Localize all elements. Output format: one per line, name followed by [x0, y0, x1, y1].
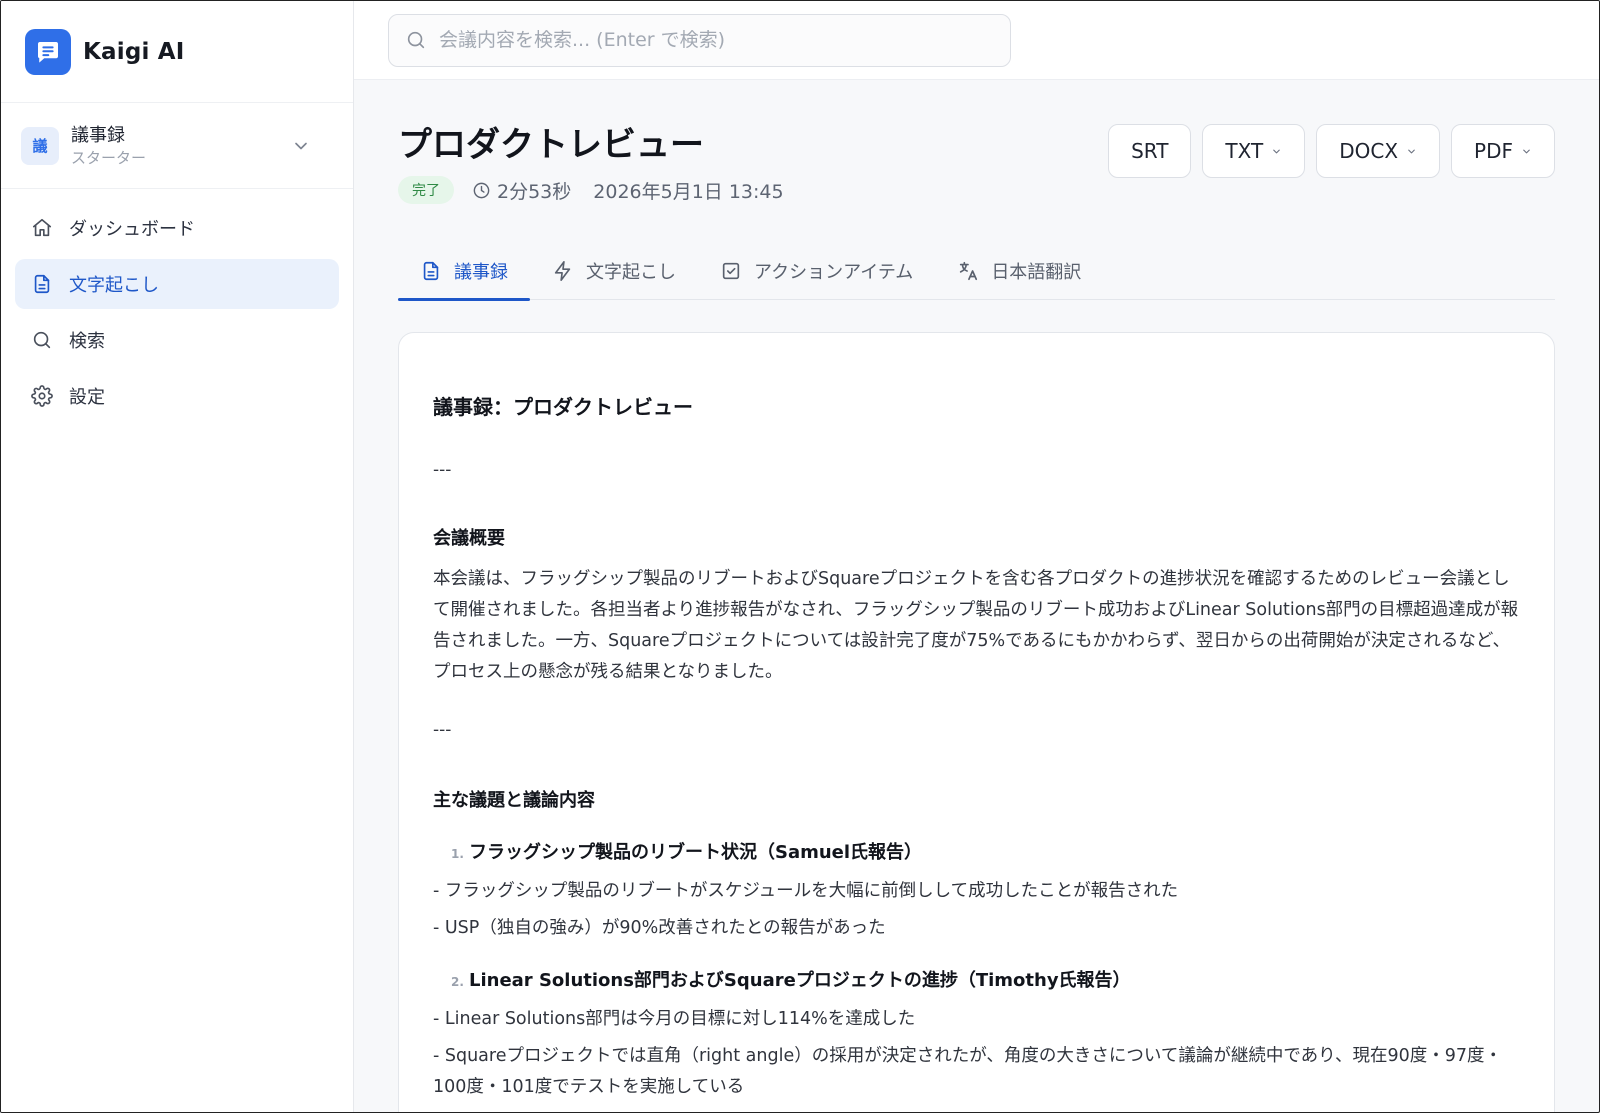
meeting-datetime: 2026年5月1日 13:45 — [593, 180, 784, 203]
topic-heading: 2. Linear Solutions部門およびSquareプロジェクトの進捗（… — [433, 966, 1520, 992]
meeting-tabs: 議事録 文字起こし アクションアイテム 日本語翻訳 — [398, 242, 1555, 301]
meeting-header: プロダクトレビュー 完了 2分53秒 2026年5月1日 13:45 SRT T… — [398, 80, 1555, 204]
brand[interactable]: Kaigi AI — [1, 1, 353, 103]
chevron-down-icon — [1523, 149, 1530, 153]
export-pdf-button[interactable]: PDF — [1451, 124, 1555, 178]
export-label: SRT — [1131, 139, 1169, 163]
topic-title: Linear Solutions部門およびSquareプロジェクトの進捗（Tim… — [469, 970, 1131, 991]
sidebar-item-label: ダッシュボード — [69, 219, 195, 240]
meeting-meta: 完了 2分53秒 2026年5月1日 13:45 — [398, 176, 784, 204]
topic-number: 2. — [451, 975, 464, 989]
document-icon — [423, 261, 439, 281]
search-icon — [407, 31, 425, 49]
export-srt-button[interactable]: SRT — [1108, 124, 1192, 178]
topic-title: フラッグシップ製品のリブート状況（Samuel氏報告） — [469, 842, 923, 863]
workspace-text: 議事録 スターター — [71, 124, 291, 168]
sidebar-item-label: 検索 — [69, 331, 105, 352]
topic-number: 1. — [451, 847, 464, 861]
lightning-icon — [554, 261, 571, 281]
sidebar-item-settings[interactable]: 設定 — [15, 371, 339, 421]
app-window: Kaigi AI 議 議事録 スターター ダッシュボード 文字起こし 検索 設定… — [0, 0, 1600, 1113]
translate-icon — [960, 261, 978, 281]
topics-heading: 主な議題と議論内容 — [433, 790, 595, 811]
meeting-content: プロダクトレビュー 完了 2分53秒 2026年5月1日 13:45 SRT T… — [354, 80, 1599, 1112]
main-area: プロダクトレビュー 完了 2分53秒 2026年5月1日 13:45 SRT T… — [354, 1, 1599, 1112]
separator: --- — [433, 720, 452, 740]
chat-bubble-icon — [25, 28, 71, 75]
tab-minutes[interactable]: 議事録 — [398, 242, 530, 301]
tab-label: アクションアイテム — [754, 262, 914, 283]
workspace-switcher[interactable]: 議 議事録 スターター — [1, 103, 353, 189]
tab-label: 文字起こし — [586, 262, 676, 283]
export-label: TXT — [1225, 139, 1264, 163]
list-item: - フラッグシップ製品のリブートがスケジュールを大幅に前倒しして成功したことが報… — [433, 881, 1179, 901]
status-badge: 完了 — [398, 176, 454, 204]
search-icon — [33, 331, 51, 349]
chevron-down-icon — [295, 142, 307, 149]
clock-icon — [473, 182, 490, 198]
export-docx-button[interactable]: DOCX — [1316, 124, 1441, 178]
search-input[interactable] — [439, 29, 999, 51]
meeting-duration: 2分53秒 — [497, 180, 572, 203]
chevron-down-icon — [1408, 149, 1415, 153]
export-txt-button[interactable]: TXT — [1202, 124, 1306, 178]
checkbox-icon — [722, 262, 740, 280]
tab-label: 日本語翻訳 — [991, 262, 1082, 283]
chevron-down-icon — [1273, 149, 1281, 153]
tab-action-items[interactable]: アクションアイテム — [698, 242, 935, 300]
sidebar: Kaigi AI 議 議事録 スターター ダッシュボード 文字起こし 検索 設定 — [1, 1, 354, 1112]
separator: --- — [433, 460, 452, 480]
topbar — [354, 1, 1599, 80]
export-label: DOCX — [1339, 139, 1399, 163]
page-title: プロダクトレビュー — [398, 125, 704, 165]
tab-label: 議事録 — [454, 262, 508, 283]
list-item: - USP（独自の強み）が90%改善されたとの報告があった — [433, 918, 886, 938]
export-buttons: SRT TXT DOCX PDF — [1108, 124, 1555, 178]
document-icon — [34, 274, 50, 294]
gear-icon — [31, 385, 53, 407]
workspace-name: 議事録 — [71, 124, 125, 146]
minutes-document: 議事録：プロダクトレビュー --- 会議概要 本会議は、フラッグシップ製品のリブ… — [398, 332, 1555, 1112]
overview-heading: 会議概要 — [433, 528, 505, 549]
tab-translation[interactable]: 日本語翻訳 — [935, 242, 1103, 300]
home-icon — [32, 218, 52, 237]
list-item: - Squareプロジェクトでは直角（right angle）の採用が決定された… — [433, 1046, 1503, 1097]
sidebar-item-label: 文字起こし — [69, 275, 159, 296]
brand-name: Kaigi AI — [83, 38, 185, 65]
workspace-plan: スターター — [71, 148, 147, 167]
list-item: - Linear Solutions部門は今月の目標に対し114%を達成した — [433, 1009, 916, 1029]
tab-transcript[interactable]: 文字起こし — [530, 242, 698, 300]
workspace-badge: 議 — [21, 126, 59, 165]
meeting-title-block: プロダクトレビュー 完了 2分53秒 2026年5月1日 13:45 — [398, 124, 784, 204]
export-label: PDF — [1474, 139, 1513, 163]
sidebar-item-transcription[interactable]: 文字起こし — [15, 259, 339, 309]
overview-text: 本会議は、フラッグシップ製品のリブートおよびSquareプロジェクトを含む各プロ… — [433, 569, 1519, 682]
sidebar-item-search[interactable]: 検索 — [15, 315, 339, 365]
sidebar-item-dashboard[interactable]: ダッシュボード — [15, 203, 339, 253]
topic-heading: 1. フラッグシップ製品のリブート状況（Samuel氏報告） — [433, 838, 1520, 864]
sidebar-nav: ダッシュボード 文字起こし 検索 設定 — [1, 189, 353, 441]
minutes-heading: 議事録：プロダクトレビュー — [433, 395, 693, 419]
sidebar-item-label: 設定 — [69, 387, 105, 408]
search-box[interactable] — [388, 13, 1011, 67]
